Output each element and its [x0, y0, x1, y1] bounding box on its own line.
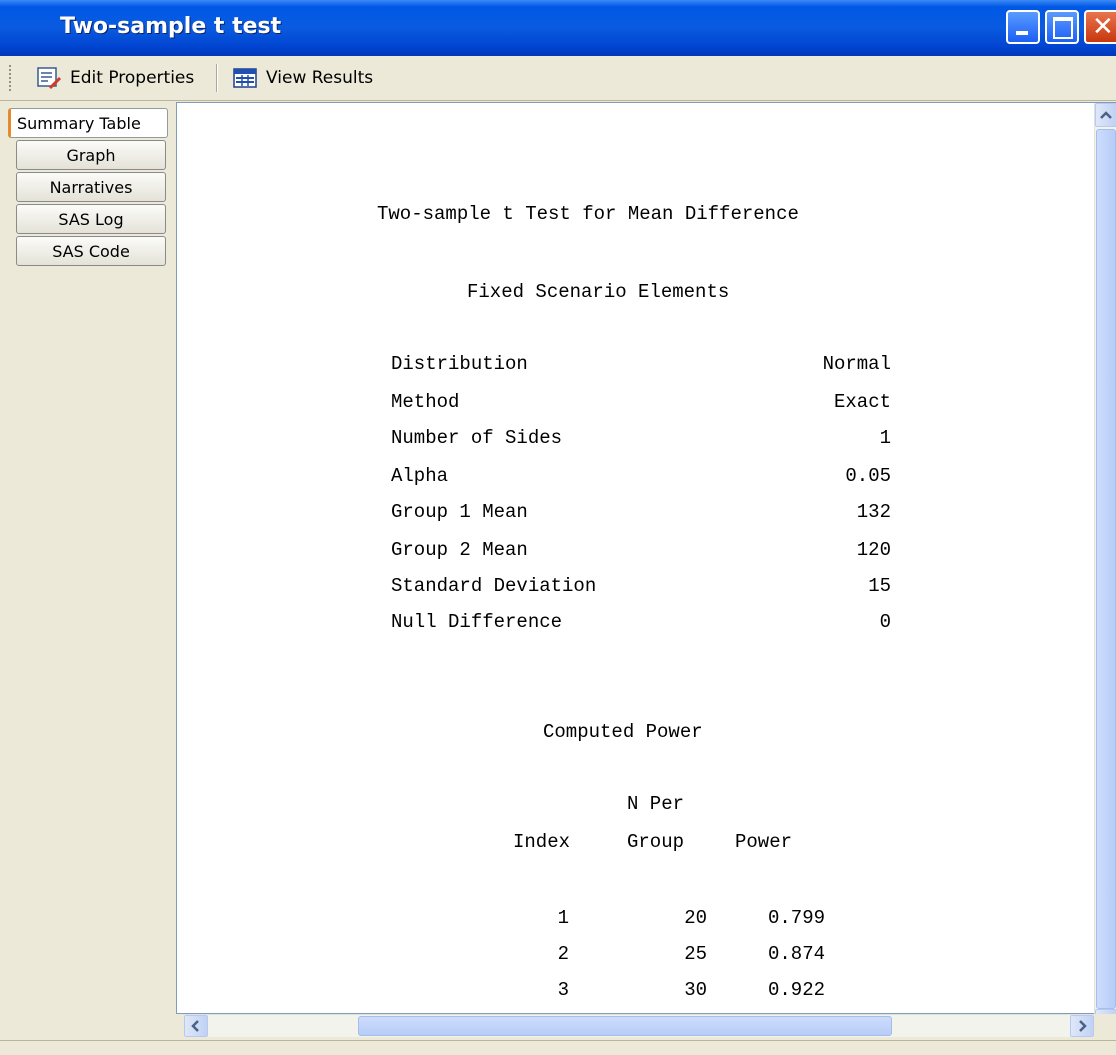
fixed-label: Number of Sides	[391, 427, 563, 449]
fixed-label: Null Difference	[391, 611, 563, 633]
scrollbar-corner	[1094, 1014, 1116, 1036]
chevron-right-icon	[1079, 1020, 1087, 1032]
toolbar: Edit Properties View Results	[0, 56, 1116, 101]
chevron-left-icon	[191, 1020, 199, 1032]
fixed-value: 120	[856, 539, 891, 561]
fixed-value: Normal	[822, 353, 891, 375]
fixed-label: Group 2 Mean	[391, 539, 528, 561]
edit-properties-button[interactable]: Edit Properties	[36, 62, 194, 94]
summary-report: Two-sample t Test for Mean Difference Fi…	[177, 103, 1077, 1013]
tab-summary-table[interactable]: Summary Table	[8, 108, 168, 138]
row-n: 30	[684, 979, 707, 1001]
column-header-power: Power	[735, 831, 793, 853]
column-header-n-bottom: Group	[627, 831, 685, 853]
tab-narratives[interactable]: Narratives	[16, 172, 166, 202]
column-header-index: Index	[513, 831, 571, 853]
power-heading: Computed Power	[543, 721, 703, 743]
toolbar-grip[interactable]	[8, 64, 12, 92]
close-icon: ✕	[1092, 12, 1114, 42]
fixed-label: Alpha	[391, 465, 449, 487]
toolbar-separator	[216, 64, 218, 92]
view-results-button[interactable]: View Results	[232, 62, 373, 94]
tab-sas-code[interactable]: SAS Code	[16, 236, 166, 266]
scroll-right-button[interactable]	[1070, 1015, 1094, 1037]
fixed-label: Distribution	[391, 353, 528, 375]
fixed-heading: Fixed Scenario Elements	[467, 281, 730, 303]
horizontal-scroll-thumb[interactable]	[358, 1016, 892, 1036]
tab-strip: Summary Table Graph Narratives SAS Log S…	[0, 102, 176, 1054]
row-n: 20	[684, 907, 707, 929]
close-button[interactable]: ✕	[1084, 10, 1116, 44]
minimize-button[interactable]	[1006, 10, 1040, 44]
row-index: 3	[557, 979, 569, 1001]
horizontal-scrollbar[interactable]	[184, 1014, 1094, 1037]
tab-graph[interactable]: Graph	[16, 140, 166, 170]
fixed-value: 132	[856, 501, 891, 523]
fixed-value: 15	[868, 575, 891, 597]
window-title: Two-sample t test	[60, 14, 282, 39]
tab-sas-log[interactable]: SAS Log	[16, 204, 166, 234]
chevron-up-icon	[1100, 111, 1112, 119]
maximize-button[interactable]	[1045, 10, 1079, 44]
fixed-value: 0	[879, 611, 891, 633]
scroll-left-button[interactable]	[184, 1015, 208, 1037]
edit-properties-label: Edit Properties	[70, 68, 195, 88]
window-bottom-border	[0, 1040, 1116, 1055]
minimize-icon	[1016, 31, 1028, 35]
row-power: 0.874	[767, 943, 825, 965]
fixed-value: 0.05	[845, 465, 891, 487]
row-power: 0.922	[767, 979, 825, 1001]
maximize-icon	[1053, 17, 1073, 39]
fixed-label: Standard Deviation	[391, 575, 597, 597]
edit-properties-icon	[37, 67, 62, 90]
fixed-value: 1	[879, 427, 891, 449]
view-results-icon	[233, 68, 257, 88]
row-power: 0.799	[767, 907, 825, 929]
fixed-label: Group 1 Mean	[391, 501, 528, 523]
view-results-label: View Results	[266, 68, 374, 88]
row-n: 25	[684, 943, 707, 965]
fixed-value: Exact	[833, 391, 891, 413]
row-index: 2	[557, 943, 569, 965]
fixed-label: Method	[391, 391, 460, 413]
results-panel: Two-sample t Test for Mean Difference Fi…	[176, 102, 1116, 1014]
row-index: 1	[557, 907, 569, 929]
column-header-n-top: N Per	[627, 793, 685, 815]
vertical-scroll-thumb[interactable]	[1096, 129, 1116, 1009]
vertical-scrollbar[interactable]	[1094, 103, 1116, 1033]
report-title: Two-sample t Test for Mean Difference	[377, 203, 799, 225]
title-bar: Two-sample t test ✕	[0, 0, 1116, 56]
scroll-up-button[interactable]	[1095, 103, 1116, 127]
